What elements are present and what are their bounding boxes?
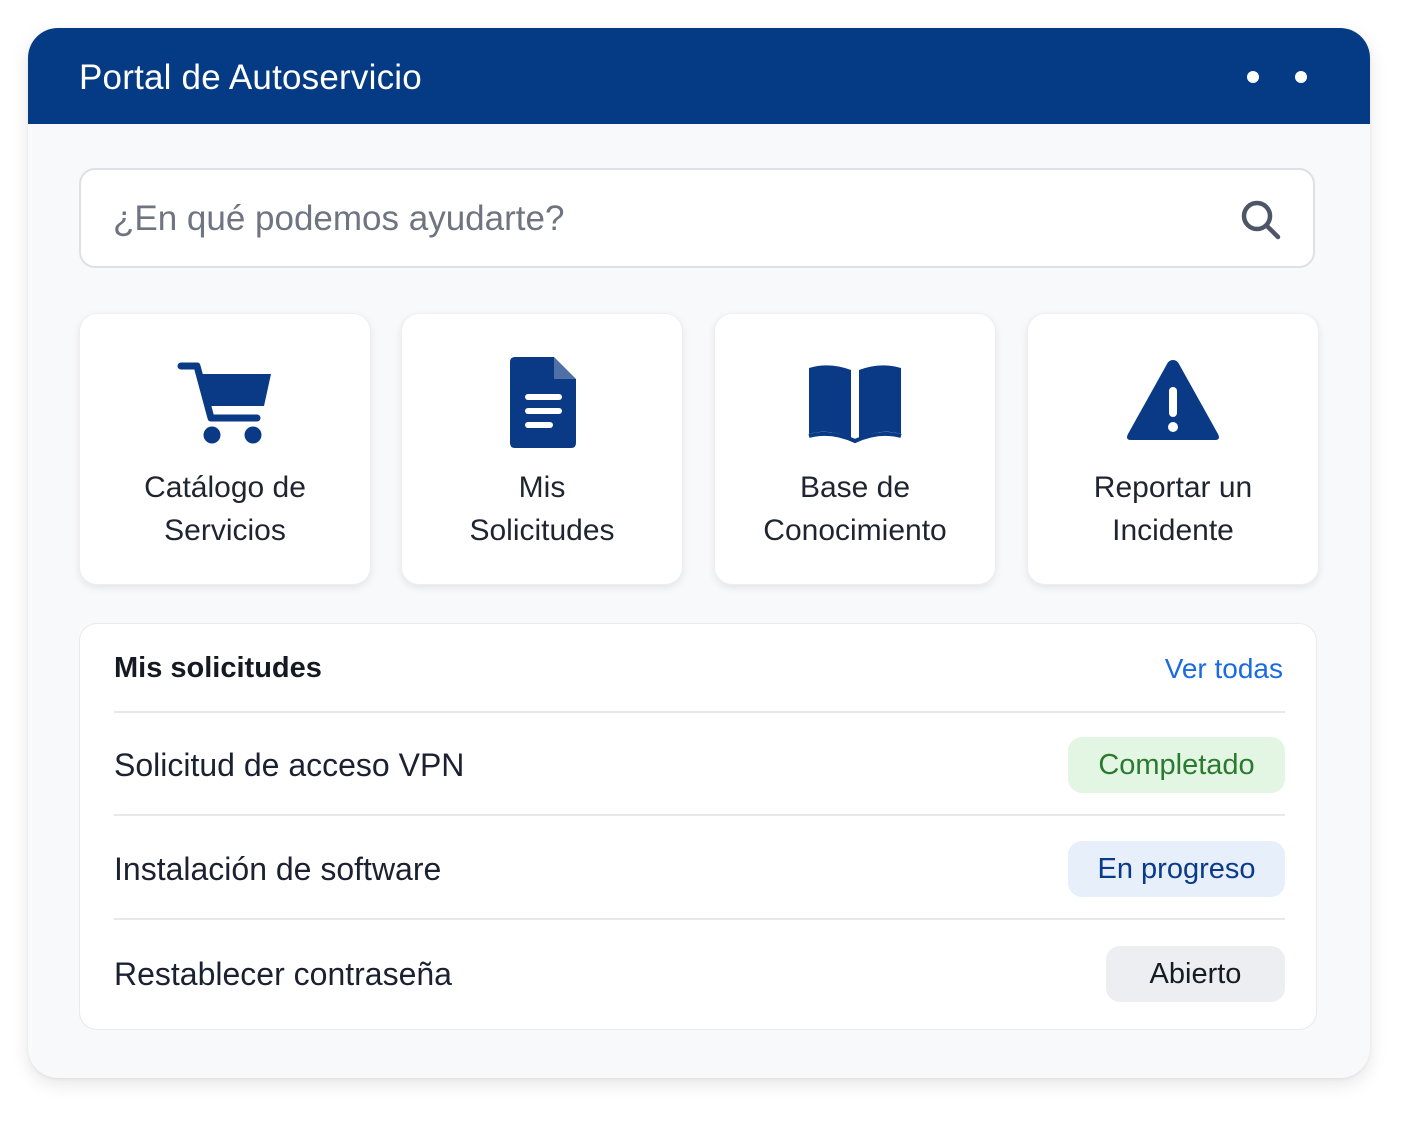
tile-report-incident[interactable]: Reportar un Incidente [1027,313,1319,585]
my-requests-panel: Mis solicitudes Ver todas Solicitud de a… [79,623,1317,1030]
document-icon [510,357,576,448]
view-all-link[interactable]: Ver todas [1165,651,1283,687]
more-dots-icon[interactable] [1247,71,1259,83]
header-bar: Portal de Autoservicio [28,28,1370,124]
status-badge-completed: Completado [1068,737,1285,793]
shopping-cart-icon [177,362,271,444]
divider [114,918,1285,920]
request-label: Solicitud de acceso VPN [114,747,465,783]
divider [114,711,1285,713]
status-badge-open: Abierto [1106,946,1285,1002]
tile-label: Catálogo de Servicios [144,471,306,547]
search-input[interactable] [113,196,1213,242]
portal-window: Portal de Autoservicio Catálogo de Servi… [28,28,1370,1078]
request-row-password[interactable]: Restablecer contraseña Abierto [114,944,1285,1004]
status-badge-in-progress: En progreso [1068,841,1285,897]
request-label: Restablecer contraseña [114,956,452,992]
request-row-software[interactable]: Instalación de software En progreso [114,839,1285,899]
tile-service-catalog[interactable]: Catálogo de Servicios [79,313,371,585]
request-label: Instalación de software [114,851,442,887]
tile-my-requests[interactable]: Mis Solicitudes [401,313,683,585]
warning-triangle-icon [1127,360,1219,440]
open-book-icon [808,365,902,444]
app-title: Portal de Autoservicio [79,58,422,97]
tile-label: Base de Conocimiento [763,471,947,547]
tile-knowledge-base[interactable]: Base de Conocimiento [714,313,996,585]
tile-label: Reportar un Incidente [1093,471,1253,547]
search-box[interactable] [79,168,1315,268]
divider [114,814,1285,816]
request-row-vpn[interactable]: Solicitud de acceso VPN Completado [114,735,1285,795]
tile-label: Mis Solicitudes [469,471,615,547]
search-icon[interactable] [1239,198,1283,242]
more-dots-icon[interactable] [1295,71,1307,83]
requests-title: Mis solicitudes [114,652,322,684]
